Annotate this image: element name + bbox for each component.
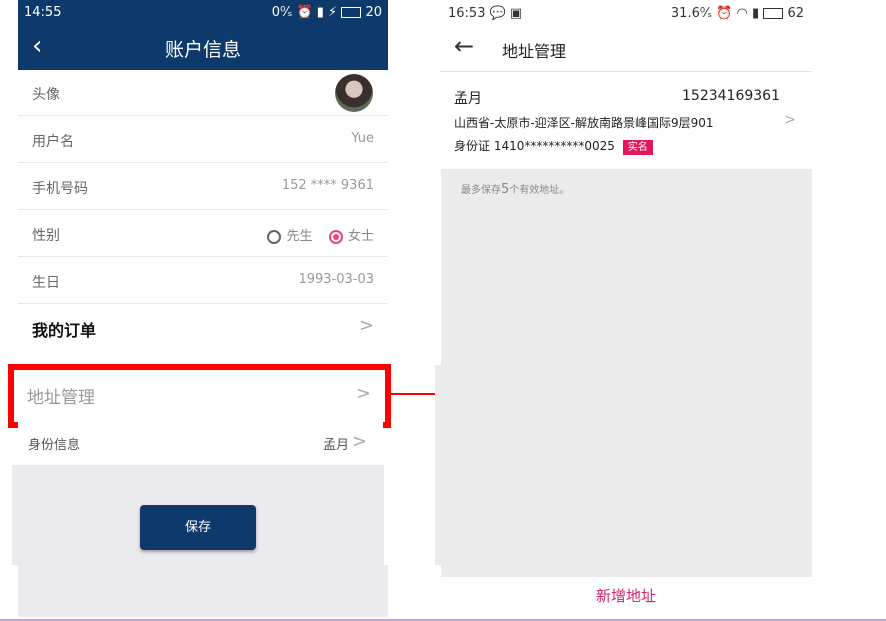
back-arrow-icon[interactable]: ←	[454, 32, 474, 60]
identity-row[interactable]: 身份信息 孟月 >	[18, 419, 383, 465]
birthday-row[interactable]: 生日 1993-03-03	[18, 258, 388, 304]
chevron-right-icon: >	[355, 383, 371, 404]
left-status-icons: 0⁰⁄ₛ ⏰ ▮ ⚡ 20	[271, 5, 382, 20]
address-list-background	[435, 365, 443, 565]
address-management-header: ← 地址管理	[440, 26, 812, 72]
verified-badge: 实名	[622, 140, 653, 155]
page-title: 账户信息	[164, 39, 241, 61]
address-list-background: 最多保存5个有效地址。	[441, 169, 812, 577]
gender-options: 先生 女士	[267, 225, 374, 244]
gender-row: 性别 先生 女士	[18, 211, 388, 257]
my-orders-row[interactable]: 我的订单 >	[18, 305, 388, 349]
chevron-right-icon: >	[358, 315, 374, 336]
avatar-row[interactable]: 头像	[18, 70, 388, 116]
right-status-bar: 16:53 💬 ▣ 31.6⁰⁄ₛ ⏰ ◠ ▮ 62	[440, 0, 812, 26]
username-row[interactable]: 用户名 Yue	[18, 117, 388, 163]
avatar-label: 头像	[32, 87, 60, 103]
birthday-label: 生日	[32, 275, 60, 291]
right-status-time: 16:53 💬 ▣	[448, 5, 523, 21]
username-value: Yue	[351, 131, 374, 146]
right-battery-icon	[763, 7, 784, 19]
my-orders-label: 我的订单	[32, 321, 97, 340]
chevron-right-icon: >	[784, 112, 796, 128]
full-address: 山西省-太原市-迎泽区-解放南路景峰国际9层901	[454, 116, 714, 130]
phone-label: 手机号码	[32, 181, 88, 197]
address-limit-tip: 最多保存5个有效地址。	[461, 182, 570, 197]
save-button[interactable]: 保存	[140, 505, 256, 550]
address-management-label: 地址管理	[27, 388, 95, 408]
recipient-name: 孟月	[454, 91, 482, 107]
avatar[interactable]	[335, 74, 373, 112]
phone-row[interactable]: 手机号码 152 **** 9361	[18, 164, 388, 210]
username-label: 用户名	[32, 134, 74, 150]
radio-checked-icon[interactable]	[328, 229, 343, 244]
account-info-header: ‹ 账户信息	[18, 25, 388, 70]
identity-label: 身份信息	[28, 438, 81, 453]
gender-label: 性别	[32, 228, 60, 244]
left-battery-icon	[341, 7, 362, 18]
identity-value: 孟月	[322, 438, 349, 453]
add-address-button[interactable]: 新增地址	[440, 585, 812, 615]
left-status-bar: 14:55 0⁰⁄ₛ ⏰ ▮ ⚡ 20	[18, 0, 388, 25]
radio-unchecked-icon[interactable]	[267, 229, 282, 244]
id-line: 身份证 1410**********0025 实名	[454, 137, 653, 155]
phone-value: 152 **** 9361	[281, 178, 374, 193]
recipient-phone: 15234169361	[682, 88, 780, 104]
right-status-icons: 31.6⁰⁄ₛ ⏰ ◠ ▮ 62	[670, 5, 804, 21]
address-list-item[interactable]: 孟月 15234169361 山西省-太原市-迎泽区-解放南路景峰国际9层901…	[440, 72, 812, 169]
chevron-right-icon: >	[351, 431, 367, 452]
gender-female-option[interactable]: 女士	[328, 229, 374, 244]
birthday-value: 1993-03-03	[298, 272, 374, 287]
footer-background	[18, 565, 388, 617]
page-title: 地址管理	[502, 42, 567, 61]
left-status-time: 14:55	[24, 5, 62, 20]
gender-male-option[interactable]: 先生	[267, 229, 312, 244]
